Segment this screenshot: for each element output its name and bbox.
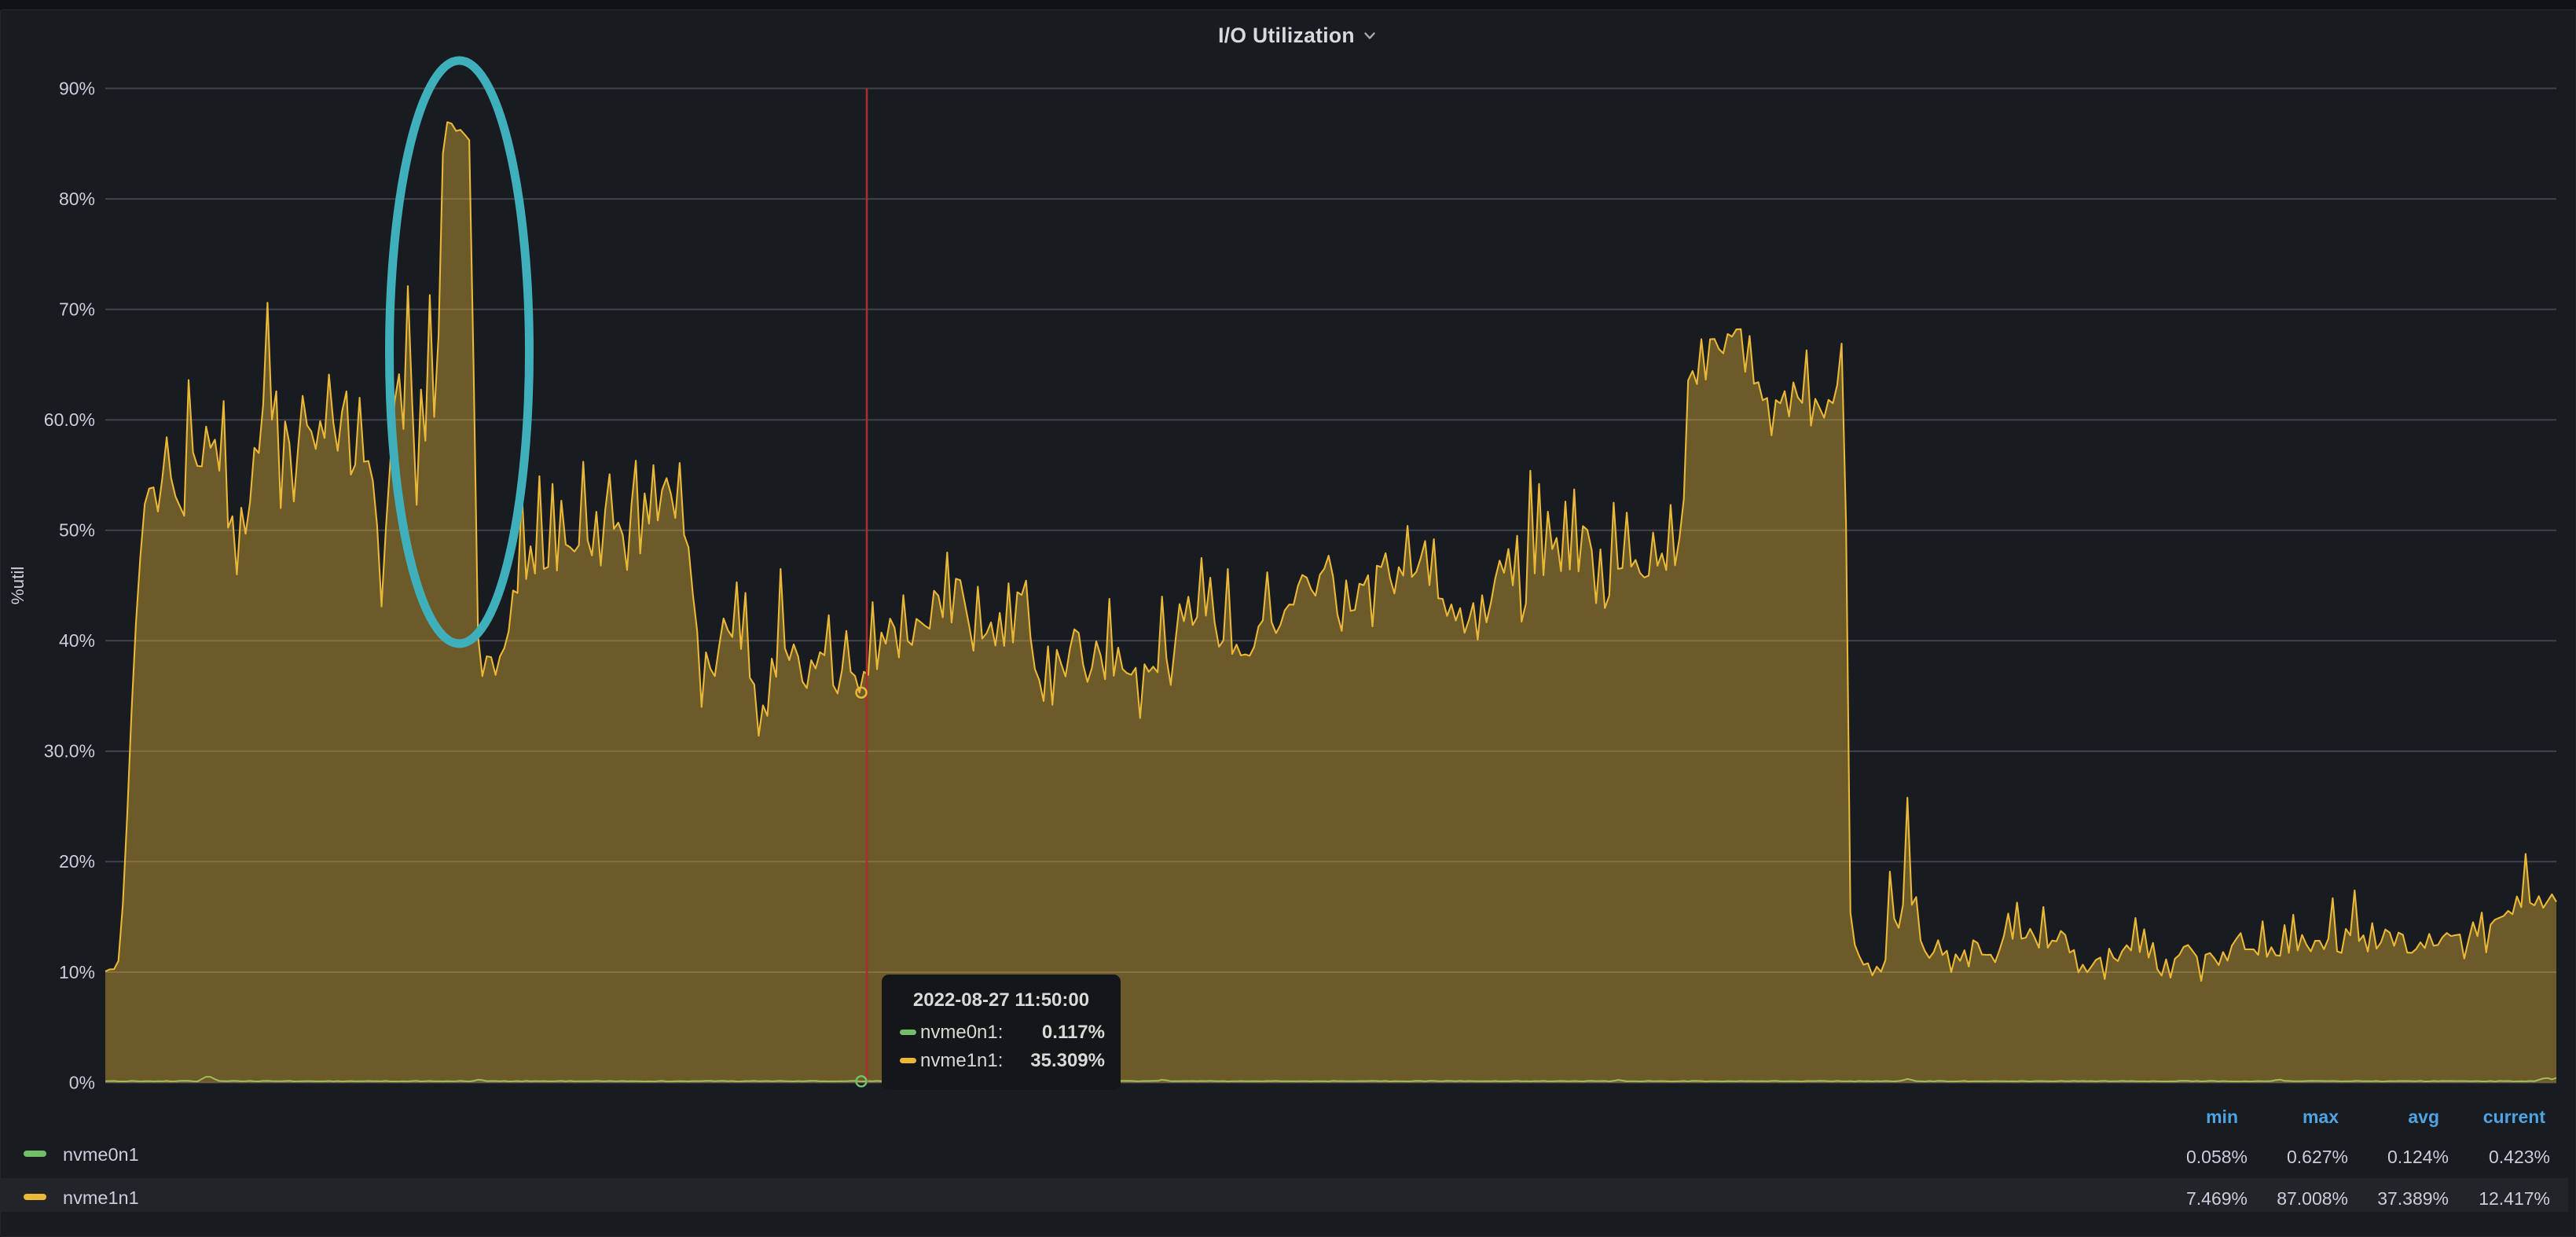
- svg-text:90%: 90%: [59, 78, 95, 98]
- svg-text:40%: 40%: [59, 630, 95, 651]
- svg-text:70%: 70%: [59, 299, 95, 319]
- svg-text:0%: 0%: [69, 1072, 95, 1092]
- svg-text:%util: %util: [8, 567, 28, 605]
- svg-text:50%: 50%: [59, 520, 95, 541]
- svg-text:80%: 80%: [59, 189, 95, 209]
- svg-text:30.0%: 30.0%: [44, 741, 95, 762]
- svg-text:10%: 10%: [59, 962, 95, 982]
- svg-text:60.0%: 60.0%: [44, 409, 95, 430]
- svg-text:20%: 20%: [59, 851, 95, 872]
